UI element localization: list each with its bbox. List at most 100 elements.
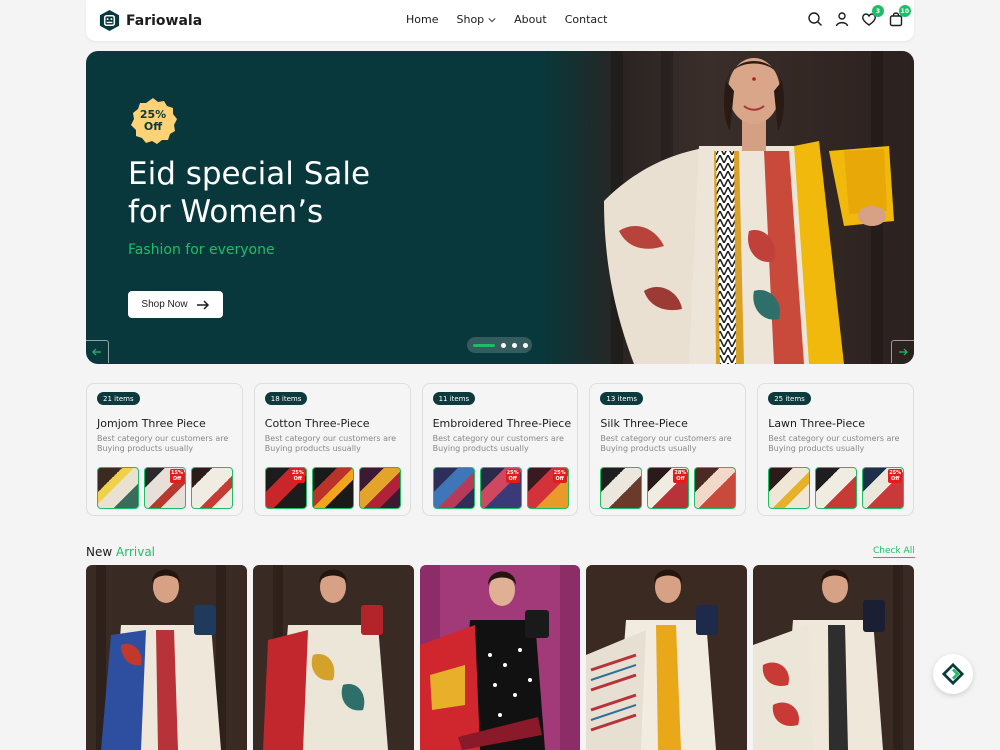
arrow-left-icon <box>92 348 101 356</box>
product-thumbnail[interactable] <box>694 467 737 509</box>
item-count-badge: 21 items <box>97 392 140 405</box>
category-card-jomjom[interactable]: 21 items Jomjom Three Piece Best categor… <box>86 383 243 516</box>
item-count-badge: 13 items <box>600 392 643 405</box>
discount-tag: 25% Off <box>552 469 567 483</box>
category-description: Best category our customers are Buying p… <box>264 434 397 453</box>
brand-diamond-icon <box>942 663 964 685</box>
product-card[interactable] <box>252 565 414 750</box>
category-card-embroidered[interactable]: 11 items Embroidered Three-Piece Best ca… <box>421 383 579 516</box>
user-icon <box>835 12 849 27</box>
new-arrival-heading-part1: New <box>86 545 113 559</box>
carousel-indicators <box>467 337 532 353</box>
discount-off: Off <box>143 120 163 133</box>
hero-title: Eid special Sale for Women’s <box>128 156 371 230</box>
category-description: Best category our customers are Buying p… <box>97 434 229 453</box>
hero-model-image <box>604 58 894 364</box>
product-card[interactable] <box>86 565 247 750</box>
category-thumbnails: 25% Off <box>264 467 401 509</box>
brand-logo[interactable]: Fariowala <box>98 9 202 32</box>
arrow-right-icon <box>196 299 209 310</box>
category-list: 21 items Jomjom Three Piece Best categor… <box>86 383 914 516</box>
nav-home[interactable]: Home <box>406 13 438 26</box>
cart-count-badge: 10 <box>898 5 911 17</box>
discount-tag: 15% Off <box>170 469 184 483</box>
category-card-silk[interactable]: 13 items Silk Three-Piece Best category … <box>589 383 747 516</box>
carousel-dot[interactable] <box>501 342 506 348</box>
item-count-badge: 25 items <box>768 392 811 405</box>
category-title: Silk Three-Piece <box>600 417 688 430</box>
carousel-dot[interactable] <box>512 342 517 348</box>
category-description: Best category our customers are Buying p… <box>768 434 900 453</box>
nav-about-label: About <box>514 13 547 26</box>
category-card-lawn[interactable]: 25 items Lawn Three-Piece Best category … <box>757 383 914 516</box>
product-thumbnail[interactable] <box>358 467 401 509</box>
new-arrival-heading-part2: Arrival <box>116 545 156 559</box>
category-description: Best category our customers are Buying p… <box>600 434 732 453</box>
product-thumbnail[interactable]: 25% Off <box>264 467 307 509</box>
account-button[interactable] <box>834 10 850 28</box>
shop-now-label: Shop Now <box>141 299 188 310</box>
category-title: Lawn Three-Piece <box>768 417 866 430</box>
product-thumbnail[interactable]: 15% Off <box>144 467 186 509</box>
product-image <box>86 565 247 750</box>
product-thumbnail[interactable] <box>311 467 354 509</box>
cart-button[interactable]: 10 <box>888 5 911 28</box>
product-thumbnail[interactable] <box>815 467 858 509</box>
check-all-link[interactable]: Check All <box>873 546 915 558</box>
main-nav: Home Shop About Contact <box>406 13 607 26</box>
product-thumbnail[interactable] <box>768 467 811 509</box>
search-icon <box>808 12 822 26</box>
chevron-down-icon <box>488 17 496 22</box>
logo-mark-icon <box>99 9 120 32</box>
carousel-next-button[interactable] <box>891 340 914 363</box>
floating-chat-button[interactable] <box>933 654 973 694</box>
product-card[interactable] <box>753 565 914 750</box>
nav-home-label: Home <box>406 13 439 26</box>
shop-now-button[interactable]: Shop Now <box>128 291 223 318</box>
discount-badge: 25% Off <box>128 96 178 146</box>
brand-name: Fariowala <box>126 12 203 29</box>
discount-tag: 25% Off <box>888 469 903 483</box>
category-thumbnails: 25% Off 25% Off <box>432 467 569 509</box>
product-thumbnail[interactable]: 25% Off <box>862 467 905 509</box>
hero-banner: 25% Off Eid special Sale for Women’s Fas… <box>86 51 914 364</box>
nav-shop[interactable]: Shop <box>456 13 496 26</box>
nav-shop-label: Shop <box>456 13 485 26</box>
category-thumbnails: 28% Off <box>600 467 737 509</box>
wishlist-count-badge: 3 <box>872 5 884 17</box>
carousel-prev-button[interactable] <box>86 340 109 363</box>
nav-about[interactable]: About <box>514 13 547 26</box>
product-thumbnail[interactable]: 25% Off <box>479 467 522 509</box>
product-image <box>753 565 914 750</box>
product-image <box>419 565 581 750</box>
arrow-right-icon <box>899 348 908 356</box>
product-thumbnail[interactable] <box>432 467 475 509</box>
header-icons: 3 10 <box>807 5 911 28</box>
new-arrival-products <box>86 565 914 750</box>
item-count-badge: 11 items <box>432 392 476 405</box>
search-button[interactable] <box>807 10 823 28</box>
carousel-dot-active[interactable] <box>473 343 495 347</box>
product-card[interactable] <box>419 565 581 750</box>
product-thumbnail[interactable] <box>97 467 139 509</box>
category-thumbnails: 25% Off <box>768 467 905 509</box>
nav-contact-label: Contact <box>564 13 608 26</box>
category-description: Best category our customers are Buying p… <box>432 434 564 453</box>
carousel-dot[interactable] <box>523 342 528 348</box>
wishlist-button[interactable]: 3 <box>861 5 884 28</box>
discount-tag: 25% Off <box>290 469 305 483</box>
product-thumbnail[interactable] <box>600 467 643 509</box>
item-count-badge: 18 items <box>264 392 308 405</box>
product-image <box>586 565 748 750</box>
discount-tag: 25% Off <box>505 469 520 483</box>
product-image <box>252 565 414 750</box>
new-arrival-heading: New Arrival <box>86 545 155 559</box>
nav-contact[interactable]: Contact <box>565 13 608 26</box>
category-title: Cotton Three-Piece <box>264 417 370 430</box>
product-thumbnail[interactable]: 25% Off <box>526 467 569 509</box>
product-card[interactable] <box>586 565 748 750</box>
product-thumbnail[interactable] <box>191 467 233 509</box>
category-card-cotton[interactable]: 18 items Cotton Three-Piece Best categor… <box>253 383 411 516</box>
product-thumbnail[interactable]: 28% Off <box>647 467 690 509</box>
discount-tag: 28% Off <box>673 469 688 483</box>
